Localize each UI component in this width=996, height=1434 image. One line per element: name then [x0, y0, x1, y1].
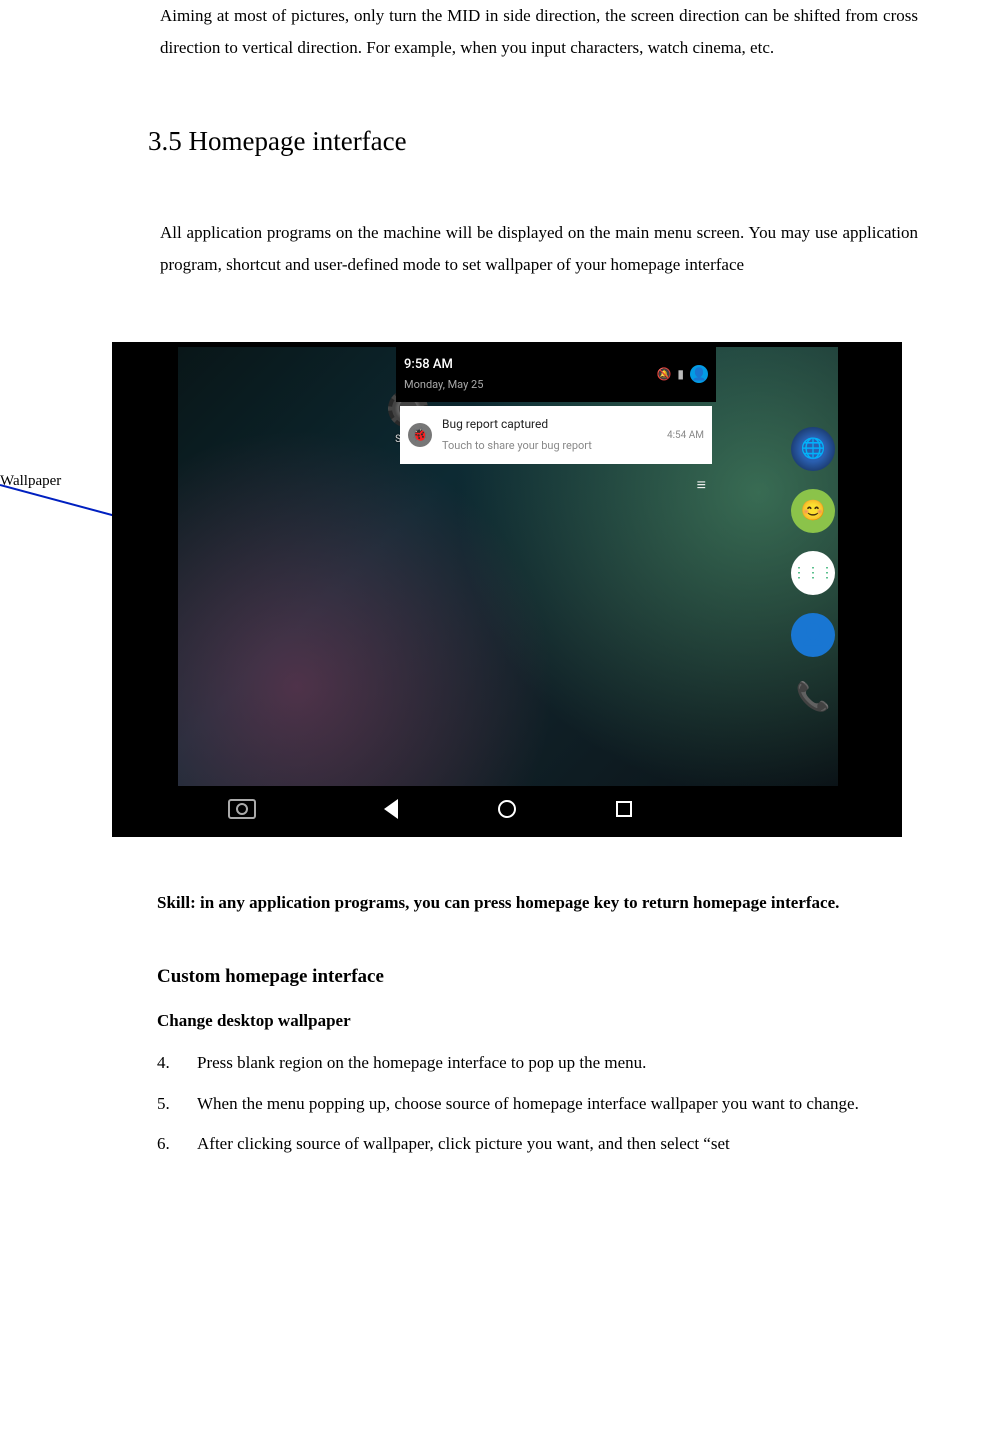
app-dock: 🌐 😊 ⋮⋮⋮ 👤 📞 — [788, 427, 838, 719]
battery-icon: ▮ — [677, 363, 684, 386]
shade-date: Monday, May 25 — [404, 375, 483, 396]
phone-icon[interactable]: 📞 — [791, 675, 835, 719]
notification-item[interactable]: 🐞 Bug report captured Touch to share you… — [400, 406, 712, 464]
user-avatar-icon[interactable]: 👤 — [690, 365, 708, 383]
messaging-icon[interactable]: 😊 — [791, 489, 835, 533]
section-heading-3-5: 3.5 Homepage interface — [148, 125, 918, 157]
shade-menu-icon[interactable]: ≡ — [697, 470, 706, 500]
notification-time: 4:54 AM — [667, 426, 704, 445]
step-number: 4. — [157, 1047, 197, 1079]
browser-icon[interactable]: 🌐 — [791, 427, 835, 471]
bug-icon: 🐞 — [408, 423, 432, 447]
step-number: 6. — [157, 1128, 197, 1160]
wallpaper-heading: Change desktop wallpaper — [157, 1005, 918, 1037]
camera-icon[interactable] — [228, 799, 256, 819]
silent-icon: 🔕 — [656, 363, 671, 386]
list-item: 5. When the menu popping up, choose sour… — [157, 1088, 918, 1120]
screen-area: Settin 9:58 AM Monday, May 25 🔕 ▮ 👤 — [178, 347, 838, 832]
step-text: When the menu popping up, choose source … — [197, 1088, 918, 1120]
section-body: All application programs on the machine … — [160, 217, 918, 282]
step-text: After clicking source of wallpaper, clic… — [197, 1128, 918, 1160]
shade-header: 9:58 AM Monday, May 25 🔕 ▮ 👤 — [396, 347, 716, 403]
wallpaper-steps: 4. Press blank region on the homepage in… — [157, 1047, 918, 1160]
shade-time: 9:58 AM — [404, 353, 483, 378]
recents-button[interactable] — [616, 801, 632, 817]
intro-paragraph: Aiming at most of pictures, only turn th… — [160, 0, 918, 65]
system-nav-bar — [178, 786, 838, 832]
contacts-icon[interactable]: 👤 — [791, 613, 835, 657]
custom-heading: Custom homepage interface — [157, 959, 918, 995]
home-button[interactable] — [498, 800, 516, 818]
callout-wallpaper: Wallpaper — [0, 342, 100, 490]
skill-note: Skill: in any application programs, you … — [157, 887, 918, 919]
all-apps-icon[interactable]: ⋮⋮⋮ — [791, 551, 835, 595]
notification-title: Bug report captured — [442, 413, 657, 436]
notification-subtitle: Touch to share your bug report — [442, 436, 657, 457]
list-item: 4. Press blank region on the homepage in… — [157, 1047, 918, 1079]
step-text: Press blank region on the homepage inter… — [197, 1047, 918, 1079]
homepage-screenshot: Settin 9:58 AM Monday, May 25 🔕 ▮ 👤 — [112, 342, 902, 837]
back-button[interactable] — [384, 799, 398, 819]
step-number: 5. — [157, 1088, 197, 1120]
notification-shade[interactable]: 9:58 AM Monday, May 25 🔕 ▮ 👤 🐞 Bug repor… — [396, 347, 716, 507]
list-item: 6. After clicking source of wallpaper, c… — [157, 1128, 918, 1160]
